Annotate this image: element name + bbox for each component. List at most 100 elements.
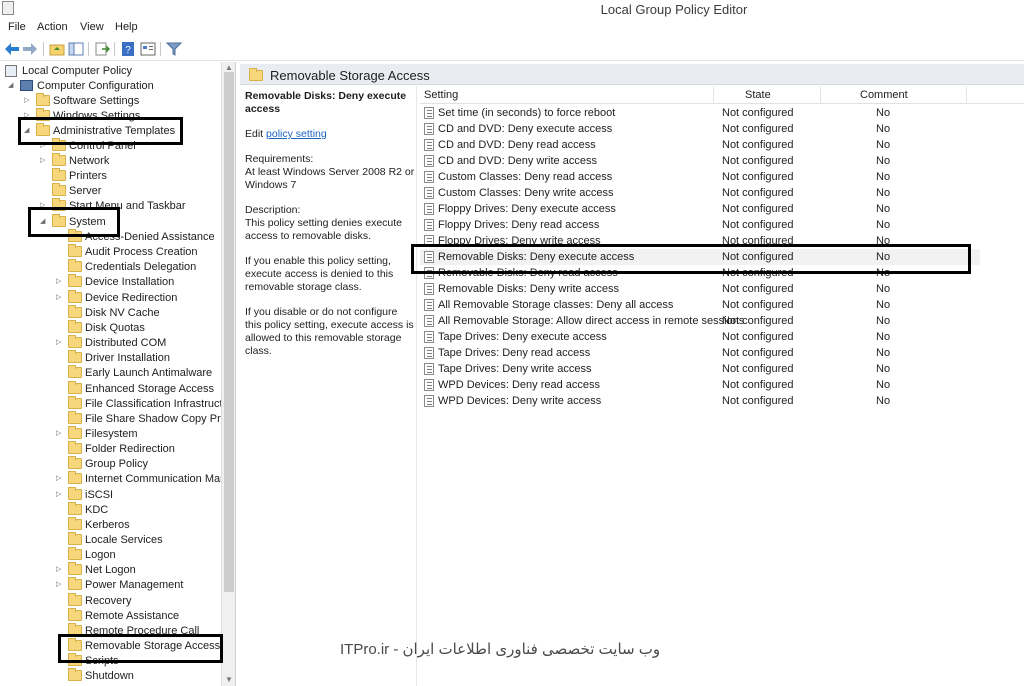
scrollbar-thumb[interactable] — [224, 72, 234, 592]
cell-setting: All Removable Storage classes: Deny all … — [438, 299, 674, 311]
cell-setting: Tape Drives: Deny read access — [438, 347, 591, 359]
enable-text: If you enable this policy setting, execu… — [245, 255, 394, 293]
cell-setting: Custom Classes: Deny read access — [438, 171, 613, 183]
table-row[interactable]: CD and DVD: Deny execute access Not confi… — [420, 121, 980, 137]
table-row[interactable]: All Removable Storage classes: Deny all … — [420, 297, 980, 313]
folder-icon — [68, 319, 82, 333]
table-row[interactable]: Floppy Drives: Deny read access Not confi… — [420, 217, 980, 233]
policy-setting-icon — [424, 219, 434, 231]
cell-setting: CD and DVD: Deny execute access — [438, 123, 613, 135]
scroll-down-arrow-icon[interactable]: ▼ — [225, 675, 233, 684]
back-arrow-icon[interactable] — [4, 41, 20, 57]
table-row[interactable]: CD and DVD: Deny read access Not configur… — [420, 137, 980, 153]
expand-arrow-icon[interactable]: ▷ — [56, 490, 64, 498]
folder-icon — [68, 335, 82, 349]
menu-bar: File Action View Help — [0, 19, 1024, 37]
cell-setting: Removable Disks: Deny write access — [438, 283, 619, 295]
show-hide-tree-icon[interactable] — [68, 41, 84, 57]
cell-comment: No — [876, 187, 891, 199]
cell-state: Not configured — [722, 123, 794, 135]
cell-state: Not configured — [722, 219, 794, 231]
menu-file[interactable]: File — [8, 21, 26, 33]
table-row[interactable]: WPD Devices: Deny write access Not config… — [420, 393, 980, 409]
folder-icon — [52, 183, 66, 196]
collapse-arrow-icon[interactable]: ◢ — [8, 81, 16, 89]
window-title: Local Group Policy Editor — [600, 2, 748, 17]
table-row[interactable]: Tape Drives: Deny execute access Not conf… — [420, 329, 980, 345]
cell-setting: WPD Devices: Deny write access — [438, 395, 602, 407]
cell-setting: Floppy Drives: Deny execute access — [438, 203, 616, 215]
cell-setting: Floppy Drives: Deny read access — [438, 219, 600, 231]
navigation-tree: Local Computer Policy ◢ Computer Configu… — [0, 62, 236, 686]
highlight-box — [58, 634, 223, 663]
table-row[interactable]: WPD Devices: Deny read access Not configu… — [420, 377, 980, 393]
menu-view[interactable]: View — [80, 21, 104, 33]
policy-setting-icon — [424, 331, 434, 343]
help-icon[interactable]: ? — [120, 41, 136, 57]
column-header-state[interactable]: State — [745, 89, 771, 101]
table-row[interactable]: All Removable Storage: Allow direct acce… — [420, 313, 980, 329]
cell-setting: WPD Devices: Deny read access — [438, 379, 600, 391]
policy-setting-icon — [424, 347, 434, 359]
folder-icon — [52, 168, 66, 181]
cell-comment: No — [876, 139, 891, 151]
column-header-comment[interactable]: Comment — [860, 89, 908, 101]
table-row[interactable]: Removable Disks: Deny write access Not co… — [420, 281, 980, 297]
up-folder-icon[interactable] — [49, 41, 65, 57]
table-row[interactable]: Tape Drives: Deny read access Not configu… — [420, 345, 980, 361]
tree-scrollbar[interactable]: ▲ ▼ — [221, 62, 235, 686]
cell-state: Not configured — [722, 395, 794, 407]
cell-comment: No — [876, 283, 891, 295]
cell-state: Not configured — [722, 283, 794, 295]
policy-setting-icon — [424, 203, 434, 215]
folder-icon — [52, 153, 66, 166]
cell-comment: No — [876, 315, 891, 327]
expand-arrow-icon[interactable]: ▷ — [40, 156, 48, 164]
export-list-icon[interactable] — [94, 41, 110, 57]
cell-setting: CD and DVD: Deny write access — [438, 155, 597, 167]
policy-setting-link[interactable]: policy setting — [266, 128, 327, 140]
toolbar: ? — [0, 37, 1024, 61]
cell-comment: No — [876, 171, 891, 183]
expand-arrow-icon[interactable]: ▷ — [56, 474, 64, 482]
table-row[interactable]: Tape Drives: Deny write access Not config… — [420, 361, 980, 377]
menu-help[interactable]: Help — [115, 21, 138, 33]
cell-state: Not configured — [722, 203, 794, 215]
expand-arrow-icon[interactable]: ▷ — [56, 338, 64, 346]
svg-text:?: ? — [125, 45, 131, 56]
expand-arrow-icon[interactable]: ▷ — [56, 580, 64, 588]
folder-icon — [68, 395, 82, 409]
folder-icon — [68, 456, 82, 470]
folder-icon — [68, 547, 82, 561]
cell-setting: All Removable Storage: Allow direct acce… — [438, 315, 745, 327]
policy-description: Removable Disks: Deny execute access Edi… — [245, 90, 415, 370]
expand-arrow-icon[interactable]: ▷ — [56, 277, 64, 285]
folder-icon — [68, 592, 82, 606]
table-row[interactable]: Custom Classes: Deny write access Not con… — [420, 185, 980, 201]
cell-comment: No — [876, 347, 891, 359]
expand-arrow-icon[interactable]: ▷ — [56, 429, 64, 437]
policy-setting-icon — [424, 139, 434, 151]
expand-arrow-icon[interactable]: ▷ — [56, 293, 64, 301]
cell-state: Not configured — [722, 347, 794, 359]
cell-state: Not configured — [722, 155, 794, 167]
table-row[interactable]: CD and DVD: Deny write access Not configu… — [420, 153, 980, 169]
properties-icon[interactable] — [140, 41, 156, 57]
table-row[interactable]: Floppy Drives: Deny execute access Not co… — [420, 201, 980, 217]
filter-icon[interactable] — [166, 41, 182, 57]
forward-arrow-icon[interactable] — [22, 41, 38, 57]
expand-arrow-icon[interactable]: ▷ — [24, 96, 32, 104]
scroll-up-arrow-icon[interactable]: ▲ — [225, 63, 233, 72]
table-row[interactable]: Custom Classes: Deny read access Not conf… — [420, 169, 980, 185]
folder-icon — [68, 562, 82, 576]
table-row[interactable]: Set time (in seconds) to force reboot Not… — [420, 105, 980, 121]
requirements-label: Requirements: — [245, 153, 314, 165]
description-text: This policy setting denies execute acces… — [245, 217, 403, 242]
menu-action[interactable]: Action — [37, 21, 68, 33]
column-header-setting[interactable]: Setting — [424, 89, 458, 101]
cell-state: Not configured — [722, 299, 794, 311]
expand-arrow-icon[interactable]: ▷ — [56, 565, 64, 573]
cell-comment: No — [876, 155, 891, 167]
folder-icon — [68, 471, 82, 485]
edit-label: Edit — [245, 128, 264, 140]
